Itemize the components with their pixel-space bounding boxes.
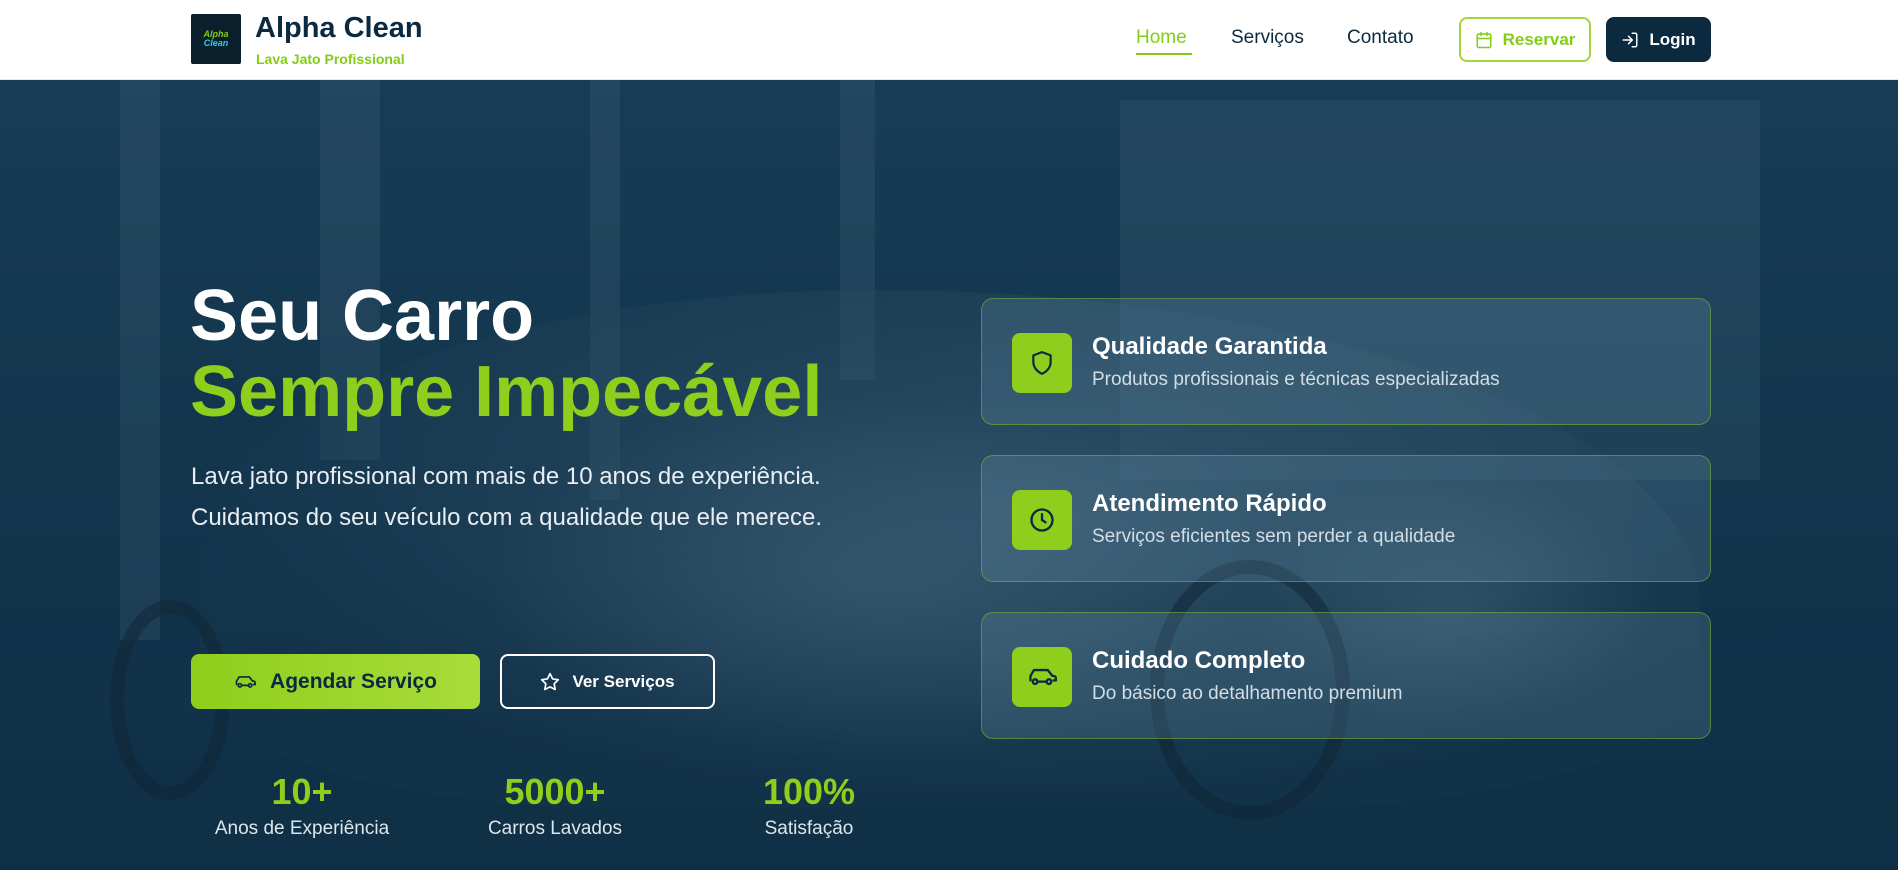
login-button-label: Login (1649, 29, 1696, 49)
hero-headline-line2: Sempre Impecável (190, 352, 823, 432)
stat-label: Carros Lavados (487, 818, 623, 839)
login-icon (1622, 32, 1638, 47)
clock-icon (1030, 508, 1054, 532)
hero-section: Seu Carro Sempre Impecável Lava jato pro… (0, 80, 1898, 870)
feature-card-fast-service: Atendimento Rápido Serviços eficientes s… (981, 455, 1711, 582)
feature-title: Qualidade Garantida (1092, 333, 1327, 360)
feature-card-quality: Qualidade Garantida Produtos profissiona… (981, 298, 1711, 425)
nav-home[interactable]: Home (1136, 27, 1187, 49)
schedule-service-button[interactable]: Agendar Serviço (191, 654, 480, 709)
hero-subtext-line2: Cuidamos do seu veículo com a qualidade … (191, 504, 823, 531)
stat-label: Anos de Experiência (214, 818, 390, 839)
stat-cars-washed: 5000+ Carros Lavados (455, 770, 655, 840)
car-icon (1029, 668, 1057, 686)
stat-value: 10+ (271, 771, 333, 812)
nav-contato[interactable]: Contato (1347, 27, 1414, 49)
stat-value: 5000+ (504, 771, 606, 812)
reserve-button[interactable]: Reservar (1459, 17, 1591, 62)
logo-text-clean: Clean (203, 38, 229, 48)
hero-subtext: Lava jato profissional com mais de 10 an… (191, 456, 871, 538)
nav-active-indicator (1136, 53, 1192, 55)
feature-description: Produtos profissionais e técnicas especi… (1092, 369, 1500, 390)
login-button[interactable]: Login (1606, 17, 1711, 62)
feature-icon-box (1012, 490, 1072, 550)
nav-servicos[interactable]: Serviços (1231, 27, 1304, 49)
feature-card-complete-care: Cuidado Completo Do básico ao detalhamen… (981, 612, 1711, 739)
feature-icon-box (1012, 647, 1072, 707)
schedule-service-button-label: Agendar Serviço (270, 669, 437, 693)
feature-description: Do básico ao detalhamento premium (1092, 683, 1403, 704)
hero-subtext-line1: Lava jato profissional com mais de 10 an… (191, 463, 821, 490)
stat-satisfaction: 100% Satisfação (709, 770, 909, 840)
site-header: Alpha Clean Alpha Clean Lava Jato Profis… (0, 0, 1898, 80)
stat-label: Satisfação (764, 818, 854, 839)
stat-experience: 10+ Anos de Experiência (202, 770, 402, 840)
logo[interactable]: Alpha Clean (191, 14, 241, 64)
car-icon (235, 675, 257, 688)
reserve-button-label: Reservar (1502, 29, 1576, 49)
calendar-icon (1476, 31, 1492, 48)
feature-title: Cuidado Completo (1092, 647, 1306, 674)
feature-title: Atendimento Rápido (1092, 490, 1327, 517)
brand-name[interactable]: Alpha Clean (255, 12, 423, 45)
feature-description: Serviços eficientes sem perder a qualida… (1092, 526, 1456, 547)
shield-icon (1032, 351, 1052, 375)
star-icon (541, 672, 560, 690)
feature-icon-box (1012, 333, 1072, 393)
view-services-button-label: Ver Serviços (572, 671, 675, 691)
view-services-button[interactable]: Ver Serviços (500, 654, 715, 709)
brand-tagline: Lava Jato Profissional (256, 51, 405, 67)
stat-value: 100% (762, 771, 856, 812)
hero-headline-line1: Seu Carro (190, 276, 535, 356)
